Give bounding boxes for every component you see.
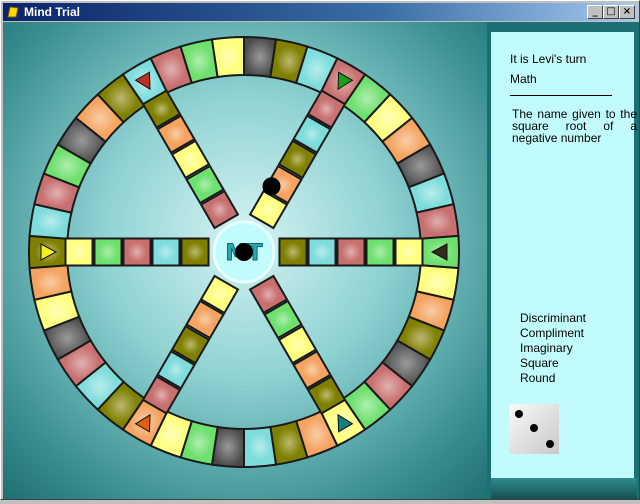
spoke-space[interactable]: [180, 237, 210, 267]
answer-option[interactable]: Compliment: [520, 326, 584, 340]
answer-option[interactable]: Imaginary: [520, 341, 573, 355]
title-bar: Mind Trial _ □ ×: [3, 3, 637, 21]
player-token[interactable]: [262, 177, 281, 196]
category-label: Math: [510, 72, 537, 86]
spoke-space[interactable]: [93, 237, 123, 267]
spoke-space[interactable]: [307, 237, 337, 267]
side-panel: It is Levi's turn Math The name given to…: [487, 22, 639, 499]
spoke-space[interactable]: [394, 237, 424, 267]
app-icon: [7, 6, 19, 18]
dice-pip: [515, 410, 523, 418]
board-space[interactable]: [210, 35, 245, 79]
game-board: MT: [3, 22, 487, 499]
dice[interactable]: [509, 404, 559, 454]
dice-pip: [546, 440, 554, 448]
minimize-button[interactable]: _: [587, 5, 603, 19]
spoke-space[interactable]: [278, 237, 308, 267]
spoke-space[interactable]: [122, 237, 152, 267]
panel-bevel: [491, 478, 637, 499]
spoke-space[interactable]: [64, 237, 94, 267]
answer-option[interactable]: Square: [520, 356, 559, 370]
maximize-button[interactable]: □: [603, 5, 619, 19]
spoke-space[interactable]: [151, 237, 181, 267]
app-window: Mind Trial _ □ × MT It is Levi's turn Ma…: [0, 0, 640, 500]
client-area: MT It is Levi's turn Math The name given…: [3, 22, 639, 499]
category-underline: [510, 95, 612, 96]
spoke-space[interactable]: [365, 237, 395, 267]
answer-option[interactable]: Discriminant: [520, 311, 586, 325]
board-space[interactable]: [243, 425, 278, 469]
answer-option[interactable]: Round: [520, 371, 555, 385]
dice-pip: [530, 424, 538, 432]
spoke-space[interactable]: [336, 237, 366, 267]
close-button[interactable]: ×: [619, 5, 635, 19]
player-token[interactable]: [235, 243, 253, 261]
question-text: The name given to the square root of a n…: [512, 107, 637, 145]
info-panel: It is Levi's turn Math The name given to…: [491, 32, 637, 478]
turn-label: It is Levi's turn: [510, 52, 587, 66]
window-title: Mind Trial: [24, 5, 81, 19]
board-svg: MT: [27, 35, 461, 469]
